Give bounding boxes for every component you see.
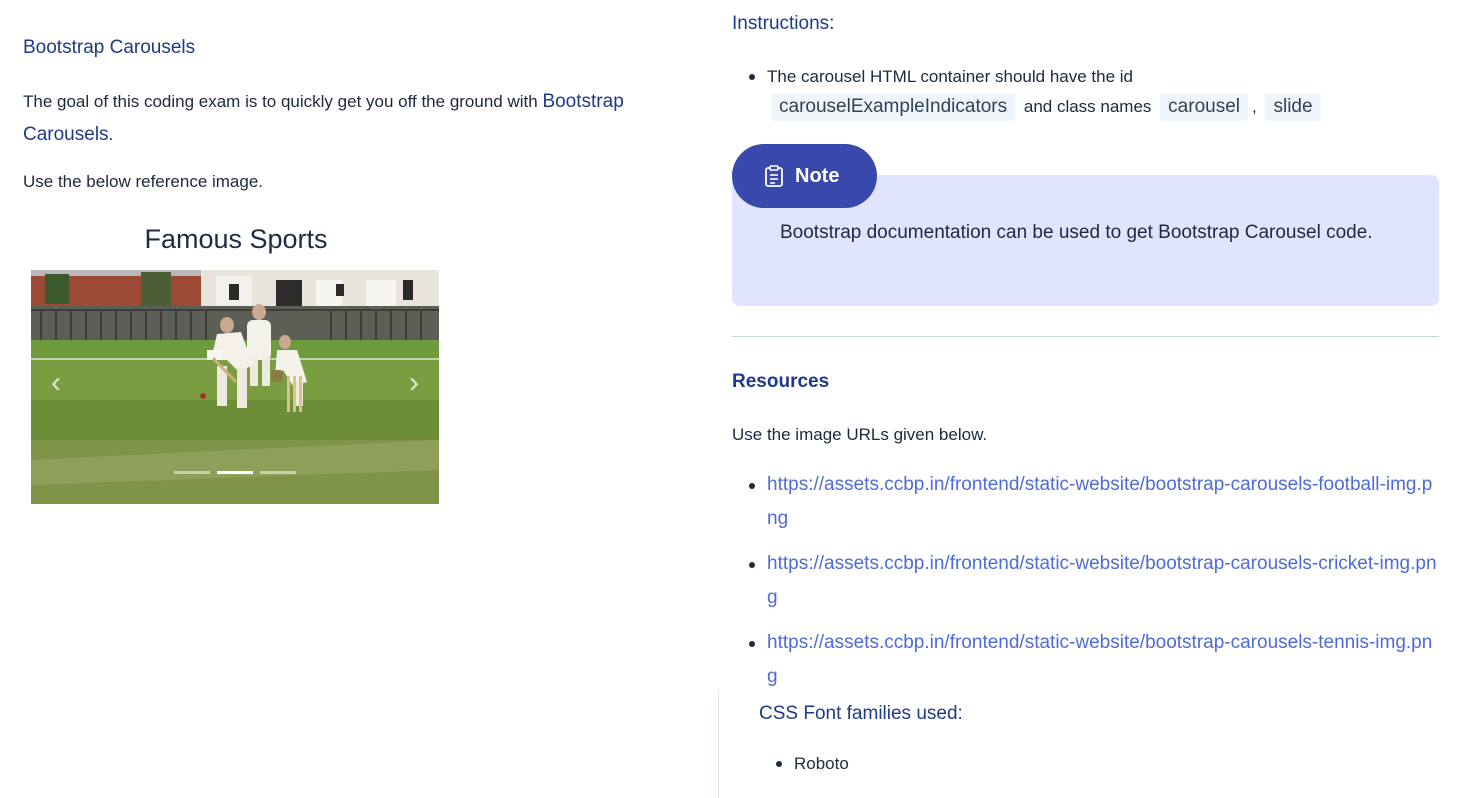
reference-instruction: Use the below reference image. bbox=[23, 172, 264, 191]
carousel-indicator[interactable] bbox=[174, 471, 210, 474]
note-tag: Note bbox=[732, 144, 877, 208]
section-divider bbox=[732, 336, 1439, 337]
font-families-heading: CSS Font families used: bbox=[759, 703, 963, 724]
reference-image: Famous Sports ‹ › bbox=[31, 222, 441, 504]
carousel-indicator-active[interactable] bbox=[217, 471, 253, 474]
instruction-text: The carousel HTML container should have … bbox=[767, 67, 1134, 86]
font-families-list: Roboto bbox=[759, 754, 849, 774]
tennis-image-link[interactable]: https://assets.ccbp.in/frontend/static-w… bbox=[767, 632, 1432, 687]
instruction-separator: , bbox=[1252, 97, 1257, 116]
resource-link-item: https://assets.ccbp.in/frontend/static-w… bbox=[732, 547, 1439, 615]
instructions-colon: : bbox=[829, 13, 835, 34]
carousel-next-control[interactable]: › bbox=[409, 368, 419, 398]
code-carousel-id: carouselExampleIndicators bbox=[771, 93, 1016, 121]
intro-paragraph: The goal of this coding exam is to quick… bbox=[23, 85, 713, 151]
resources-text: Use the image URLs given below. bbox=[732, 425, 988, 444]
carousel-preview: ‹ › bbox=[31, 270, 439, 504]
resource-link-item: https://assets.ccbp.in/frontend/static-w… bbox=[732, 468, 1439, 536]
instructions-heading: Instructions: bbox=[732, 13, 834, 35]
carousel-indicators bbox=[31, 471, 439, 474]
resources-heading: Resources bbox=[732, 371, 830, 392]
instruction-mid-text: and class names bbox=[1023, 97, 1152, 116]
exam-title: Bootstrap Carousels bbox=[23, 37, 196, 58]
instruction-item: The carousel HTML container should have … bbox=[732, 62, 1432, 122]
carousel-prev-control[interactable]: ‹ bbox=[51, 368, 61, 398]
font-families-panel: CSS Font families used: Roboto bbox=[718, 690, 1468, 798]
carousel-indicator[interactable] bbox=[260, 471, 296, 474]
intro-text: The goal of this coding exam is to quick… bbox=[23, 92, 543, 111]
clipboard-icon bbox=[765, 165, 783, 187]
cricket-photo bbox=[31, 270, 439, 504]
note-text: Bootstrap documentation can be used to g… bbox=[780, 222, 1373, 243]
cricket-image-link[interactable]: https://assets.ccbp.in/frontend/static-w… bbox=[767, 553, 1437, 608]
code-class-slide: slide bbox=[1265, 93, 1321, 121]
reference-heading: Famous Sports bbox=[144, 224, 328, 254]
instructions-heading-text: Instructions bbox=[732, 13, 830, 34]
resource-links: https://assets.ccbp.in/frontend/static-w… bbox=[732, 468, 1439, 705]
code-class-carousel: carousel bbox=[1160, 93, 1248, 121]
note-label: Note bbox=[795, 164, 840, 187]
football-image-link[interactable]: https://assets.ccbp.in/frontend/static-w… bbox=[767, 474, 1432, 529]
resource-link-item: https://assets.ccbp.in/frontend/static-w… bbox=[732, 626, 1439, 694]
intro-end: . bbox=[108, 125, 114, 144]
instructions-list: The carousel HTML container should have … bbox=[732, 62, 1432, 122]
font-family-item: Roboto bbox=[759, 754, 849, 774]
